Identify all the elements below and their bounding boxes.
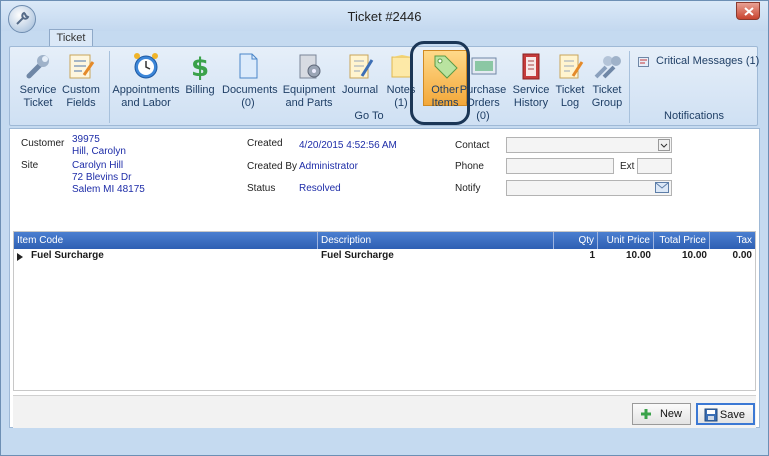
billing-button[interactable]: $ Billing	[182, 51, 218, 97]
new-button[interactable]: New	[632, 403, 691, 425]
ticket-window: Ticket #2446 Ticket Service Ticket Custom…	[0, 0, 769, 456]
created-by-value: Administrator	[299, 161, 358, 172]
site-name-link[interactable]: Carolyn Hill	[72, 160, 123, 172]
edit-form-icon	[69, 54, 95, 79]
created-value: 4/20/2015 4:52:56 AM	[299, 140, 397, 151]
service-history-button[interactable]: Service History	[510, 51, 552, 110]
svg-text:$: $	[191, 53, 209, 81]
plus-icon	[641, 409, 651, 419]
created-by-label: Created By	[247, 161, 298, 172]
save-disk-icon	[704, 408, 718, 422]
close-icon	[744, 7, 754, 16]
customer-label: Customer	[21, 138, 65, 149]
contact-select[interactable]	[506, 137, 672, 153]
ticket-content: Customer 39975 Hill, Carolyn Site Caroly…	[9, 128, 760, 428]
cell-item-code: Fuel Surcharge	[31, 250, 104, 261]
ribbon: Service Ticket Custom Fields Appointments a…	[9, 46, 759, 126]
chevron-down-icon[interactable]	[658, 139, 670, 151]
appointments-and-labor-button[interactable]: Appointments and Labor	[112, 51, 180, 110]
message-icon	[638, 57, 649, 67]
customer-id-link[interactable]: 39975	[72, 134, 100, 146]
journal-icon	[349, 54, 374, 79]
document-icon	[239, 53, 258, 79]
phone-field[interactable]	[506, 158, 614, 174]
alarm-clock-icon	[134, 53, 158, 79]
created-label: Created	[247, 138, 283, 149]
status-value: Resolved	[299, 183, 341, 194]
ticket-group-button[interactable]: Ticket Group	[590, 51, 624, 110]
ext-field[interactable]	[637, 158, 672, 174]
other-items-grid: Item Code Description Qty Unit Price Tot…	[13, 231, 756, 391]
table-row[interactable]: Fuel Surcharge Fuel Surcharge 1 10.00 10…	[14, 249, 755, 264]
column-header-description[interactable]: Description	[318, 232, 554, 249]
ext-label: Ext	[620, 161, 635, 172]
documents-button[interactable]: Documents (0)	[222, 51, 278, 110]
site-label: Site	[21, 160, 39, 171]
cell-qty: 1	[589, 250, 595, 261]
tab-ticket[interactable]: Ticket	[49, 29, 93, 47]
column-header-total-price[interactable]: Total Price	[654, 232, 710, 249]
group-separator	[109, 51, 110, 123]
callout-highlight-ring	[410, 41, 470, 125]
email-icon[interactable]	[655, 182, 669, 193]
column-header-tax[interactable]: Tax	[710, 232, 755, 249]
cell-total-price: 10.00	[681, 250, 707, 261]
column-header-item-code[interactable]: Item Code	[14, 232, 318, 249]
notify-label: Notify	[455, 183, 481, 194]
history-book-icon	[522, 53, 540, 80]
purchase-orders-icon	[471, 57, 497, 75]
group-separator	[629, 51, 630, 123]
site-city-line: Salem MI 48175	[72, 184, 145, 195]
site-address-line: 72 Blevins Dr	[72, 172, 132, 183]
window-title: Ticket #2446	[347, 9, 422, 24]
goto-group-label: Go To	[354, 110, 384, 122]
column-header-unit-price[interactable]: Unit Price	[598, 232, 654, 249]
ticket-log-icon	[559, 54, 584, 79]
close-button[interactable]	[736, 2, 760, 20]
contact-label: Contact	[455, 140, 490, 151]
customer-name-link[interactable]: Hill, Carolyn	[72, 146, 126, 158]
cell-unit-price: 10.00	[625, 250, 651, 261]
cell-tax: 0.00	[732, 250, 752, 261]
grid-header: Item Code Description Qty Unit Price Tot…	[14, 232, 755, 249]
notify-field[interactable]	[506, 180, 672, 196]
save-button[interactable]: Save	[696, 403, 755, 425]
wrench-icon	[26, 55, 49, 79]
notifications-group-label: Notifications	[664, 110, 724, 122]
title-bar: Ticket #2446	[1, 1, 768, 33]
dollar-icon: $	[191, 53, 209, 81]
custom-fields-button[interactable]: Custom Fields	[59, 51, 103, 110]
ticket-group-icon	[594, 56, 621, 79]
critical-messages-button[interactable]: Critical Messages (1)	[638, 55, 759, 69]
status-label: Status	[247, 183, 276, 194]
row-pointer-icon	[17, 253, 23, 261]
phone-label: Phone	[455, 161, 484, 172]
cell-description: Fuel Surcharge	[321, 250, 394, 261]
equipment-and-parts-button[interactable]: Equipment and Parts	[282, 51, 336, 110]
column-header-qty[interactable]: Qty	[554, 232, 598, 249]
journal-button[interactable]: Journal	[340, 51, 380, 97]
ribbon-tabs: Ticket	[1, 29, 768, 47]
ticket-log-button[interactable]: Ticket Log	[554, 51, 586, 110]
service-ticket-button[interactable]: Service Ticket	[16, 51, 60, 110]
equipment-icon	[299, 54, 321, 79]
